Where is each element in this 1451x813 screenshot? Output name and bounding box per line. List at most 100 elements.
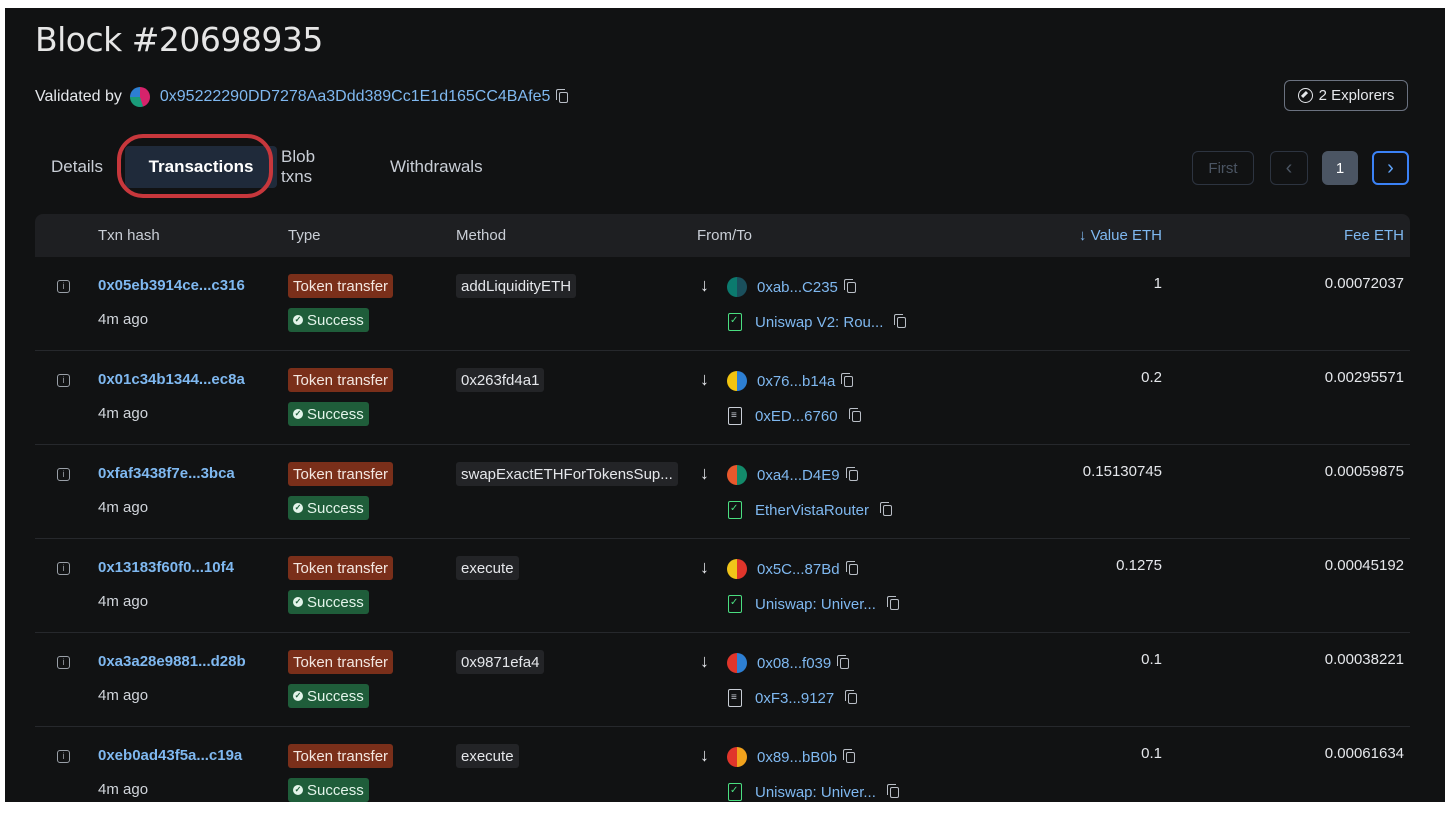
copy-icon[interactable] bbox=[843, 748, 856, 763]
copy-icon[interactable] bbox=[843, 278, 856, 293]
check-circle-icon: ✓ bbox=[293, 315, 303, 325]
copy-icon[interactable] bbox=[886, 783, 899, 798]
from-address-link[interactable]: 0xab...C235 bbox=[757, 279, 838, 296]
to-address-link[interactable]: 0xED...6760 bbox=[755, 408, 838, 425]
to-address-link[interactable]: Uniswap V2: Rou... bbox=[755, 314, 883, 331]
arrow-down-icon: ↓ bbox=[700, 557, 709, 577]
document-icon bbox=[728, 689, 742, 707]
copy-icon[interactable] bbox=[848, 407, 861, 422]
to-address: Uniswap V2: Rou... bbox=[727, 310, 907, 334]
from-address-link[interactable]: 0x89...bB0b bbox=[757, 749, 837, 766]
header-txn-hash: Txn hash bbox=[98, 227, 160, 244]
pagination-first-button[interactable]: First bbox=[1192, 151, 1254, 185]
status-badge: ✓ Success bbox=[288, 778, 369, 802]
txn-age: 4m ago bbox=[98, 687, 149, 704]
copy-icon[interactable] bbox=[886, 595, 899, 610]
value-eth: 0.2 bbox=[1141, 369, 1162, 386]
status-label: Success bbox=[307, 499, 364, 517]
from-avatar bbox=[727, 277, 747, 297]
txn-age: 4m ago bbox=[98, 593, 149, 610]
table-row: i 0x13183f60f0...10f4 4m ago Token transfer… bbox=[35, 539, 1410, 633]
to-address: 0xED...6760 bbox=[727, 404, 861, 428]
info-icon[interactable]: i bbox=[57, 656, 70, 669]
type-badge: Token transfer bbox=[288, 556, 394, 580]
info-icon[interactable]: i bbox=[57, 562, 70, 575]
fee-eth: 0.00072037 bbox=[1324, 275, 1404, 292]
contract-verified-icon bbox=[728, 501, 742, 519]
explorers-label: 2 Explorers bbox=[1318, 87, 1395, 104]
txn-hash-link[interactable]: 0xfaf3438f7e...3bca bbox=[98, 465, 235, 482]
value-eth: 0.15130745 bbox=[1082, 463, 1162, 480]
table-row: i 0xfaf3438f7e...3bca 4m ago Token transfer… bbox=[35, 445, 1410, 539]
value-eth: 0.1275 bbox=[1116, 557, 1162, 574]
from-address-link[interactable]: 0x08...f039 bbox=[757, 655, 831, 672]
copy-icon[interactable] bbox=[845, 560, 858, 575]
document-icon bbox=[728, 407, 742, 425]
contract-verified-icon bbox=[728, 783, 742, 801]
from-address-link[interactable]: 0x76...b14a bbox=[757, 373, 835, 390]
explorers-button[interactable]: 2 Explorers bbox=[1284, 80, 1408, 111]
compass-icon bbox=[1297, 88, 1313, 103]
txn-hash-link[interactable]: 0x05eb3914ce...c316 bbox=[98, 277, 245, 294]
copy-icon[interactable] bbox=[894, 313, 907, 328]
copy-icon[interactable] bbox=[837, 654, 850, 669]
method-badge: execute bbox=[456, 556, 519, 580]
to-address-link[interactable]: EtherVistaRouter bbox=[755, 502, 869, 519]
header-type: Type bbox=[288, 227, 321, 244]
table-row: i 0xa3a28e9881...d28b 4m ago Token transfer… bbox=[35, 633, 1410, 727]
info-icon[interactable]: i bbox=[57, 750, 70, 763]
header-fee[interactable]: Fee ETH bbox=[1344, 227, 1404, 244]
from-avatar bbox=[727, 653, 747, 673]
table-row: i 0x05eb3914ce...c316 4m ago Token transfer… bbox=[35, 257, 1410, 351]
from-address: 0x89...bB0b bbox=[727, 745, 856, 769]
info-icon[interactable]: i bbox=[57, 374, 70, 387]
txn-age: 4m ago bbox=[98, 311, 149, 328]
info-icon[interactable]: i bbox=[57, 280, 70, 293]
to-address: Uniswap: Univer... bbox=[727, 780, 899, 802]
status-label: Success bbox=[307, 311, 364, 329]
copy-icon[interactable] bbox=[841, 372, 854, 387]
copy-icon[interactable] bbox=[556, 88, 569, 103]
txn-hash-link[interactable]: 0x01c34b1344...ec8a bbox=[98, 371, 245, 388]
from-avatar bbox=[727, 559, 747, 579]
to-address: 0xF3...9127 bbox=[727, 686, 858, 710]
value-eth: 1 bbox=[1153, 275, 1162, 292]
tab-blob-txns[interactable]: Blob txns bbox=[281, 136, 315, 198]
from-avatar bbox=[727, 465, 747, 485]
status-badge: ✓ Success bbox=[288, 402, 369, 426]
validator-address-link[interactable]: 0x95222290DD7278Aa3Ddd389Cc1E1d165CC4BAf… bbox=[160, 88, 551, 106]
txn-hash-link[interactable]: 0xa3a28e9881...d28b bbox=[98, 653, 246, 670]
copy-icon[interactable] bbox=[845, 466, 858, 481]
status-badge: ✓ Success bbox=[288, 308, 369, 332]
fee-eth: 0.00038221 bbox=[1324, 651, 1404, 668]
to-address-link[interactable]: 0xF3...9127 bbox=[755, 690, 834, 707]
value-eth: 0.1 bbox=[1141, 651, 1162, 668]
check-circle-icon: ✓ bbox=[293, 785, 303, 795]
to-address: Uniswap: Univer... bbox=[727, 592, 899, 616]
header-value-sort[interactable]: ↓ Value ETH bbox=[1079, 227, 1162, 244]
pagination-current-page[interactable]: 1 bbox=[1322, 151, 1358, 185]
pagination-next-button[interactable]: › bbox=[1372, 151, 1409, 185]
from-avatar bbox=[727, 747, 747, 767]
check-circle-icon: ✓ bbox=[293, 597, 303, 607]
to-address-link[interactable]: Uniswap: Univer... bbox=[755, 596, 876, 613]
txn-hash-link[interactable]: 0x13183f60f0...10f4 bbox=[98, 559, 234, 576]
txn-hash-link[interactable]: 0xeb0ad43f5a...c19a bbox=[98, 747, 242, 764]
from-address-link[interactable]: 0x5C...87Bd bbox=[757, 561, 840, 578]
from-address-link[interactable]: 0xa4...D4E9 bbox=[757, 467, 840, 484]
tab-transactions[interactable]: Transactions bbox=[125, 146, 277, 188]
pagination-prev-button[interactable]: ‹ bbox=[1270, 151, 1308, 185]
txn-age: 4m ago bbox=[98, 781, 149, 798]
copy-icon[interactable] bbox=[845, 689, 858, 704]
page-title: Block #20698935 bbox=[35, 20, 323, 59]
to-address-link[interactable]: Uniswap: Univer... bbox=[755, 784, 876, 801]
method-badge: 0x263fd4a1 bbox=[456, 368, 545, 392]
tab-details[interactable]: Details bbox=[51, 136, 103, 198]
arrow-down-icon: ↓ bbox=[700, 463, 709, 483]
info-icon[interactable]: i bbox=[57, 468, 70, 481]
check-circle-icon: ✓ bbox=[293, 409, 303, 419]
contract-verified-icon bbox=[728, 595, 742, 613]
copy-icon[interactable] bbox=[879, 501, 892, 516]
tab-withdrawals[interactable]: Withdrawals bbox=[390, 136, 483, 198]
type-badge: Token transfer bbox=[288, 462, 394, 486]
